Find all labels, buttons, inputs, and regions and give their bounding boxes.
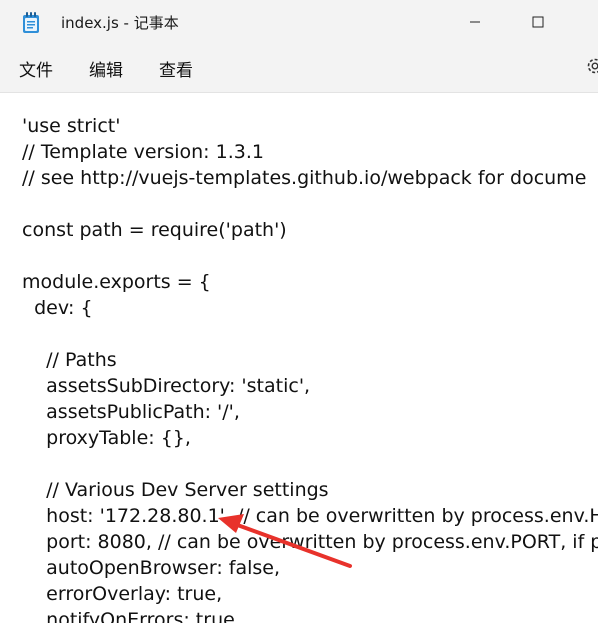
code-line: // Various Dev Server settings [22,479,329,501]
code-line: // Template version: 1.3.1 [22,141,264,163]
title-bar: index.js - 记事本 [0,0,598,44]
editor-content[interactable]: 'use strict' // Template version: 1.3.1 //… [22,113,598,623]
text-editor[interactable]: 'use strict' // Template version: 1.3.1 //… [0,93,598,623]
code-line: // Paths [22,349,117,371]
code-line: host: '172.28.80.1', // can be overwritt… [22,505,598,527]
maximize-icon [532,16,544,28]
code-line: assetsSubDirectory: 'static', [22,375,311,397]
code-line: errorOverlay: true, [22,583,223,605]
code-line: autoOpenBrowser: false, [22,557,281,579]
code-line: port: 8080, // can be overwritten by pro… [22,531,598,553]
notepad-icon [23,12,39,33]
maximize-button[interactable] [515,0,561,44]
menu-bar: 文件 编辑 查看 [0,44,598,93]
code-line: assetsPublicPath: '/', [22,401,240,423]
code-line: // see http://vuejs-templates.github.io/… [22,167,587,189]
code-line: proxyTable: {}, [22,427,191,449]
menu-view[interactable]: 查看 [159,56,193,81]
code-line: const path = require('path') [22,219,287,241]
code-line: 'use strict' [22,115,121,137]
code-line: notifyOnErrors: true [22,609,235,623]
code-line: module.exports = { [22,271,211,293]
minimize-button[interactable] [452,0,498,44]
menu-file[interactable]: 文件 [19,56,53,81]
minimize-icon [470,21,480,23]
window-title: index.js - 记事本 [61,14,179,32]
gear-icon[interactable] [585,56,598,76]
menu-edit[interactable]: 编辑 [89,56,123,81]
code-line: dev: { [22,297,93,319]
